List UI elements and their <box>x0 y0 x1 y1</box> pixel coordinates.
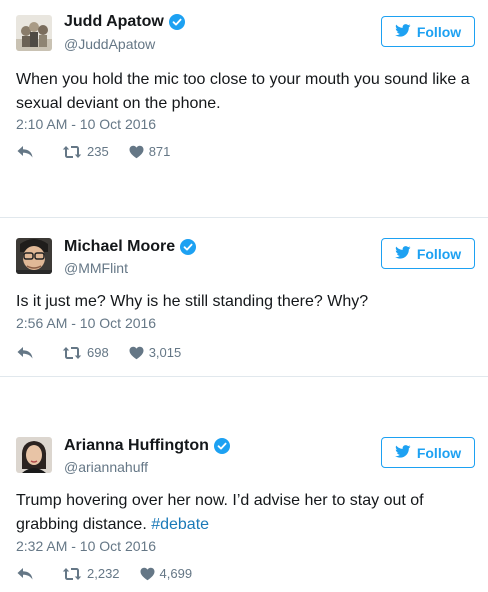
avatar[interactable] <box>16 15 52 51</box>
author-handle[interactable]: @ariannahuff <box>64 459 148 475</box>
tweet-text-body: Trump hovering over her now. I’d advise … <box>16 492 424 533</box>
reply-icon <box>16 346 34 360</box>
like-button[interactable]: 3,015 <box>129 345 182 360</box>
retweet-icon <box>62 346 82 360</box>
retweet-button[interactable]: 698 <box>62 345 109 360</box>
twitter-bird-icon <box>394 23 417 40</box>
heart-icon <box>129 145 144 159</box>
follow-button[interactable]: Follow <box>381 437 475 468</box>
tweet-text: Trump hovering over her now. I’d advise … <box>16 489 476 537</box>
tweet-text: When you hold the mic too close to your … <box>16 71 470 112</box>
retweet-icon <box>62 145 82 159</box>
twitter-bird-icon <box>394 245 417 262</box>
tweet-actions: 2,232 4,699 <box>16 566 192 581</box>
tweet-actions: 698 3,015 <box>16 345 181 360</box>
author-handle[interactable]: @MMFlint <box>64 260 128 276</box>
tweet-timestamp[interactable]: 2:10 AM - 10 Oct 2016 <box>16 116 156 132</box>
tweet-timestamp[interactable]: 2:56 AM - 10 Oct 2016 <box>16 315 156 331</box>
tweet-timestamp[interactable]: 2:32 AM - 10 Oct 2016 <box>16 538 156 554</box>
hashtag-link[interactable]: #debate <box>151 516 209 533</box>
verified-badge-icon <box>168 14 185 30</box>
like-count: 871 <box>148 144 171 159</box>
follow-button[interactable]: Follow <box>381 16 475 47</box>
follow-label: Follow <box>416 23 462 40</box>
retweet-count: 698 <box>87 345 109 360</box>
verified-badge-icon <box>213 438 230 454</box>
twitter-bird-icon <box>394 444 417 461</box>
reply-button[interactable] <box>16 567 34 581</box>
author-name[interactable]: Michael Moore <box>64 238 175 256</box>
avatar[interactable] <box>16 238 52 274</box>
reply-icon <box>16 145 34 159</box>
like-button[interactable]: 4,699 <box>140 566 193 581</box>
retweet-count: 235 <box>87 144 109 159</box>
retweet-count: 2,232 <box>87 566 120 581</box>
author-row: Judd Apatow <box>64 13 185 31</box>
verified-badge-icon <box>180 239 197 255</box>
retweet-icon <box>62 567 82 581</box>
follow-label: Follow <box>416 245 462 262</box>
retweet-button[interactable]: 235 <box>62 144 109 159</box>
reply-button[interactable] <box>16 346 34 360</box>
tweet-card: Judd Apatow @JuddApatow Follow When you … <box>0 0 488 180</box>
tweet-actions: 235 871 <box>16 144 170 159</box>
reply-icon <box>16 567 34 581</box>
tweet-text: Is it just me? Why is he still standing … <box>16 293 369 310</box>
retweet-button[interactable]: 2,232 <box>62 566 120 581</box>
reply-button[interactable] <box>16 145 34 159</box>
follow-label: Follow <box>416 444 462 461</box>
tweet-card: Michael Moore @MMFlint Follow Is it just… <box>0 218 488 378</box>
author-name[interactable]: Judd Apatow <box>64 13 164 31</box>
heart-icon <box>140 567 155 581</box>
heart-icon <box>129 346 144 360</box>
tweet-card: Arianna Huffington @ariannahuff Follow T… <box>0 417 488 592</box>
like-count: 3,015 <box>148 345 182 360</box>
follow-button[interactable]: Follow <box>381 238 475 269</box>
divider <box>0 376 488 377</box>
avatar[interactable] <box>16 437 52 473</box>
author-handle[interactable]: @JuddApatow <box>64 36 155 52</box>
author-row: Michael Moore <box>64 238 197 256</box>
author-row: Arianna Huffington <box>64 437 230 455</box>
like-button[interactable]: 871 <box>129 144 171 159</box>
like-count: 4,699 <box>159 566 193 581</box>
author-name[interactable]: Arianna Huffington <box>64 437 209 455</box>
